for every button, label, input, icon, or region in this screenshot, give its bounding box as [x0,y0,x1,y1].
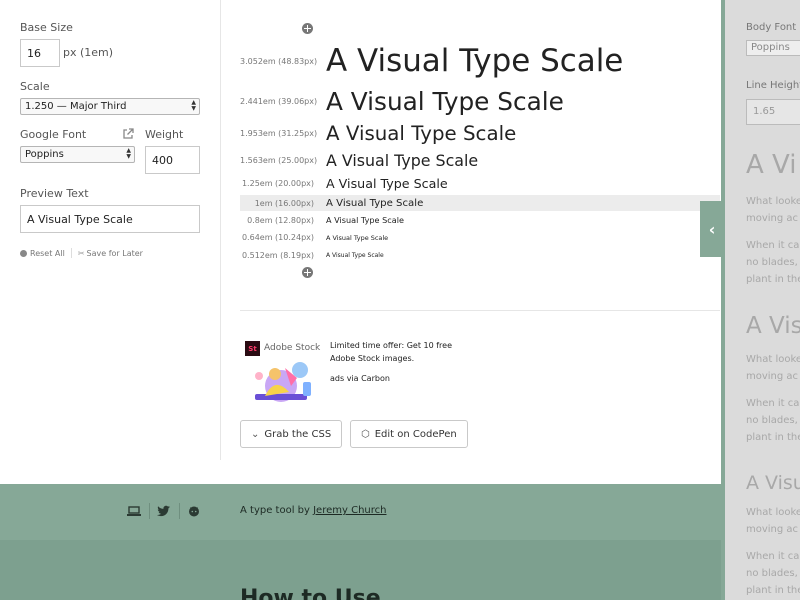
scale-row[interactable]: 1.25em (20.00px) A Visual Type Scale [240,175,720,192]
add-step-up-icon[interactable] [302,23,313,34]
weight-input[interactable]: 400 [145,146,200,174]
divider [240,310,720,311]
scale-label: Scale [20,80,50,93]
small-actions: Reset All ✂ Save for Later [20,248,143,258]
twitter-icon[interactable] [157,505,171,517]
select-arrows-icon: ▲ ▼ [126,147,131,160]
weight-label: Weight [145,128,184,141]
scale-size-label: 0.64em (10.24px) [241,233,314,242]
add-step-down-icon[interactable] [302,267,313,278]
scale-row[interactable]: 1.953em (31.25px) A Visual Type Scale [240,121,720,145]
scale-sample-text: A Visual Type Scale [326,251,384,259]
scale-sample-text: A Visual Type Scale [326,176,448,191]
base-size-unit: px (1em) [63,46,114,59]
scale-row[interactable]: 2.441em (39.06px) A Visual Type Scale [240,86,720,116]
scale-sample-text: A Visual Type Scale [326,150,479,170]
edit-codepen-button[interactable]: ⬡ Edit on CodePen [350,420,468,448]
scale-size-label: 0.8em (12.80px) [247,215,314,225]
weight-value: 400 [152,153,173,167]
body-font-select[interactable]: Poppins [746,40,800,56]
preview-heading-1: A Vi [746,150,797,180]
scale-size-label: 1.25em (20.00px) [241,179,314,188]
chevron-down-icon: ⌄ [251,428,260,440]
scale-sample-text: A Visual Type Scale [326,43,624,79]
chevron-left-icon: ‹ [708,219,716,239]
base-size-value: 16 [27,46,41,60]
laptop-icon[interactable] [127,505,141,517]
line-height-input[interactable]: 1.65 [746,99,800,125]
preview-text-label: Preview Text [20,187,89,200]
preview-paragraph: When it ca no blades, plant in the [746,240,800,285]
reset-all-link[interactable]: Reset All [30,249,65,258]
ads-via-carbon-link[interactable]: ads via Carbon [330,374,390,383]
github-icon[interactable] [187,505,201,517]
save-for-later-link[interactable]: Save for Later [87,249,143,258]
ad-brand: Adobe Stock [264,343,321,353]
scale-size-label: 2.441em (39.06px) [240,96,318,106]
collapse-panel-tab[interactable]: ‹ [700,201,724,257]
author-link[interactable]: Jeremy Church [313,505,386,516]
scale-select-value: 1.250 — Major Third [25,101,127,112]
scale-size-label: 1.953em (31.25px) [240,128,318,138]
scale-sample-text: A Visual Type Scale [326,121,517,145]
preview-heading-2: A Vis [746,313,800,339]
base-size-input[interactable]: 16 [20,39,60,67]
divider [179,503,180,519]
preview-paragraph: What looke moving ac [746,354,800,382]
google-font-select[interactable]: Poppins ▲ ▼ [20,146,135,163]
divider [149,503,150,519]
scale-select[interactable]: 1.250 — Major Third ▲ ▼ [20,98,200,115]
adobe-stock-logo[interactable]: St [245,341,260,356]
scale-row[interactable]: 1.563em (25.00px) A Visual Type Scale [240,150,720,170]
scale-sample-text: A Visual Type Scale [326,197,424,209]
line-height-label: Line Height [746,80,800,91]
preview-heading-3: A Visu [746,472,800,494]
grab-css-button[interactable]: ⌄ Grab the CSS [240,420,343,448]
scale-sample-text: A Visual Type Scale [326,233,389,242]
preview-text-value: A Visual Type Scale [27,212,133,226]
scale-sample-text: A Visual Type Scale [326,86,564,116]
external-link-icon[interactable] [122,128,134,140]
line-height-value: 1.65 [753,106,776,117]
body-font-label: Body Font [746,22,797,33]
google-font-label: Google Font [20,128,87,141]
scale-size-label: 1.563em (25.00px) [240,155,318,165]
google-font-value: Poppins [25,149,64,160]
scale-row[interactable]: 3.052em (48.83px) A Visual Type Scale [240,43,720,79]
scale-size-label: 3.052em (48.83px) [240,56,318,66]
scale-size-label: 0.512em (8.19px) [241,250,314,260]
scale-sample-text: A Visual Type Scale [326,215,404,225]
scale-row[interactable]: 1em (16.00px) A Visual Type Scale [240,195,720,211]
preview-paragraph: When it ca no blades, plant in the [746,398,800,443]
select-arrows-icon: ▲ ▼ [191,99,196,112]
scale-row[interactable]: 0.8em (12.80px) A Visual Type Scale [240,213,720,227]
codepen-icon: ⬡ [361,428,370,440]
footer-credit: A type tool by Jeremy Church [240,505,386,516]
scale-row[interactable]: 0.512em (8.19px) A Visual Type Scale [240,249,720,261]
preview-text-input[interactable]: A Visual Type Scale [20,205,200,233]
preview-paragraph: What looke moving ac [746,507,800,535]
credit-prefix: A type tool by [240,505,310,516]
scale-size-label: 1em (16.00px) [254,198,314,208]
base-size-label: Base Size [20,21,73,34]
edit-codepen-label: Edit on CodePen [374,428,457,440]
scale-row[interactable]: 0.64em (10.24px) A Visual Type Scale [240,231,720,244]
divider [70,248,72,258]
reset-icon [20,249,27,257]
grab-css-label: Grab the CSS [264,428,332,440]
preview-paragraph: When it ca no blades, plant in the [746,551,800,596]
controls-panel: Base Size 16 px (1em) Scale 1.250 — Majo… [0,0,221,460]
scissors-icon: ✂ [77,248,85,258]
body-font-value: Poppins [751,42,790,53]
preview-paragraph: What looke moving ac [746,196,800,224]
ad-illustration[interactable] [245,356,319,404]
body-text-panel: Body Font Poppins Line Height 1.65 A Vi … [721,0,800,600]
ad-text[interactable]: Limited time offer: Get 10 free Adobe St… [330,339,460,365]
how-to-heading: How to Use [240,586,381,600]
